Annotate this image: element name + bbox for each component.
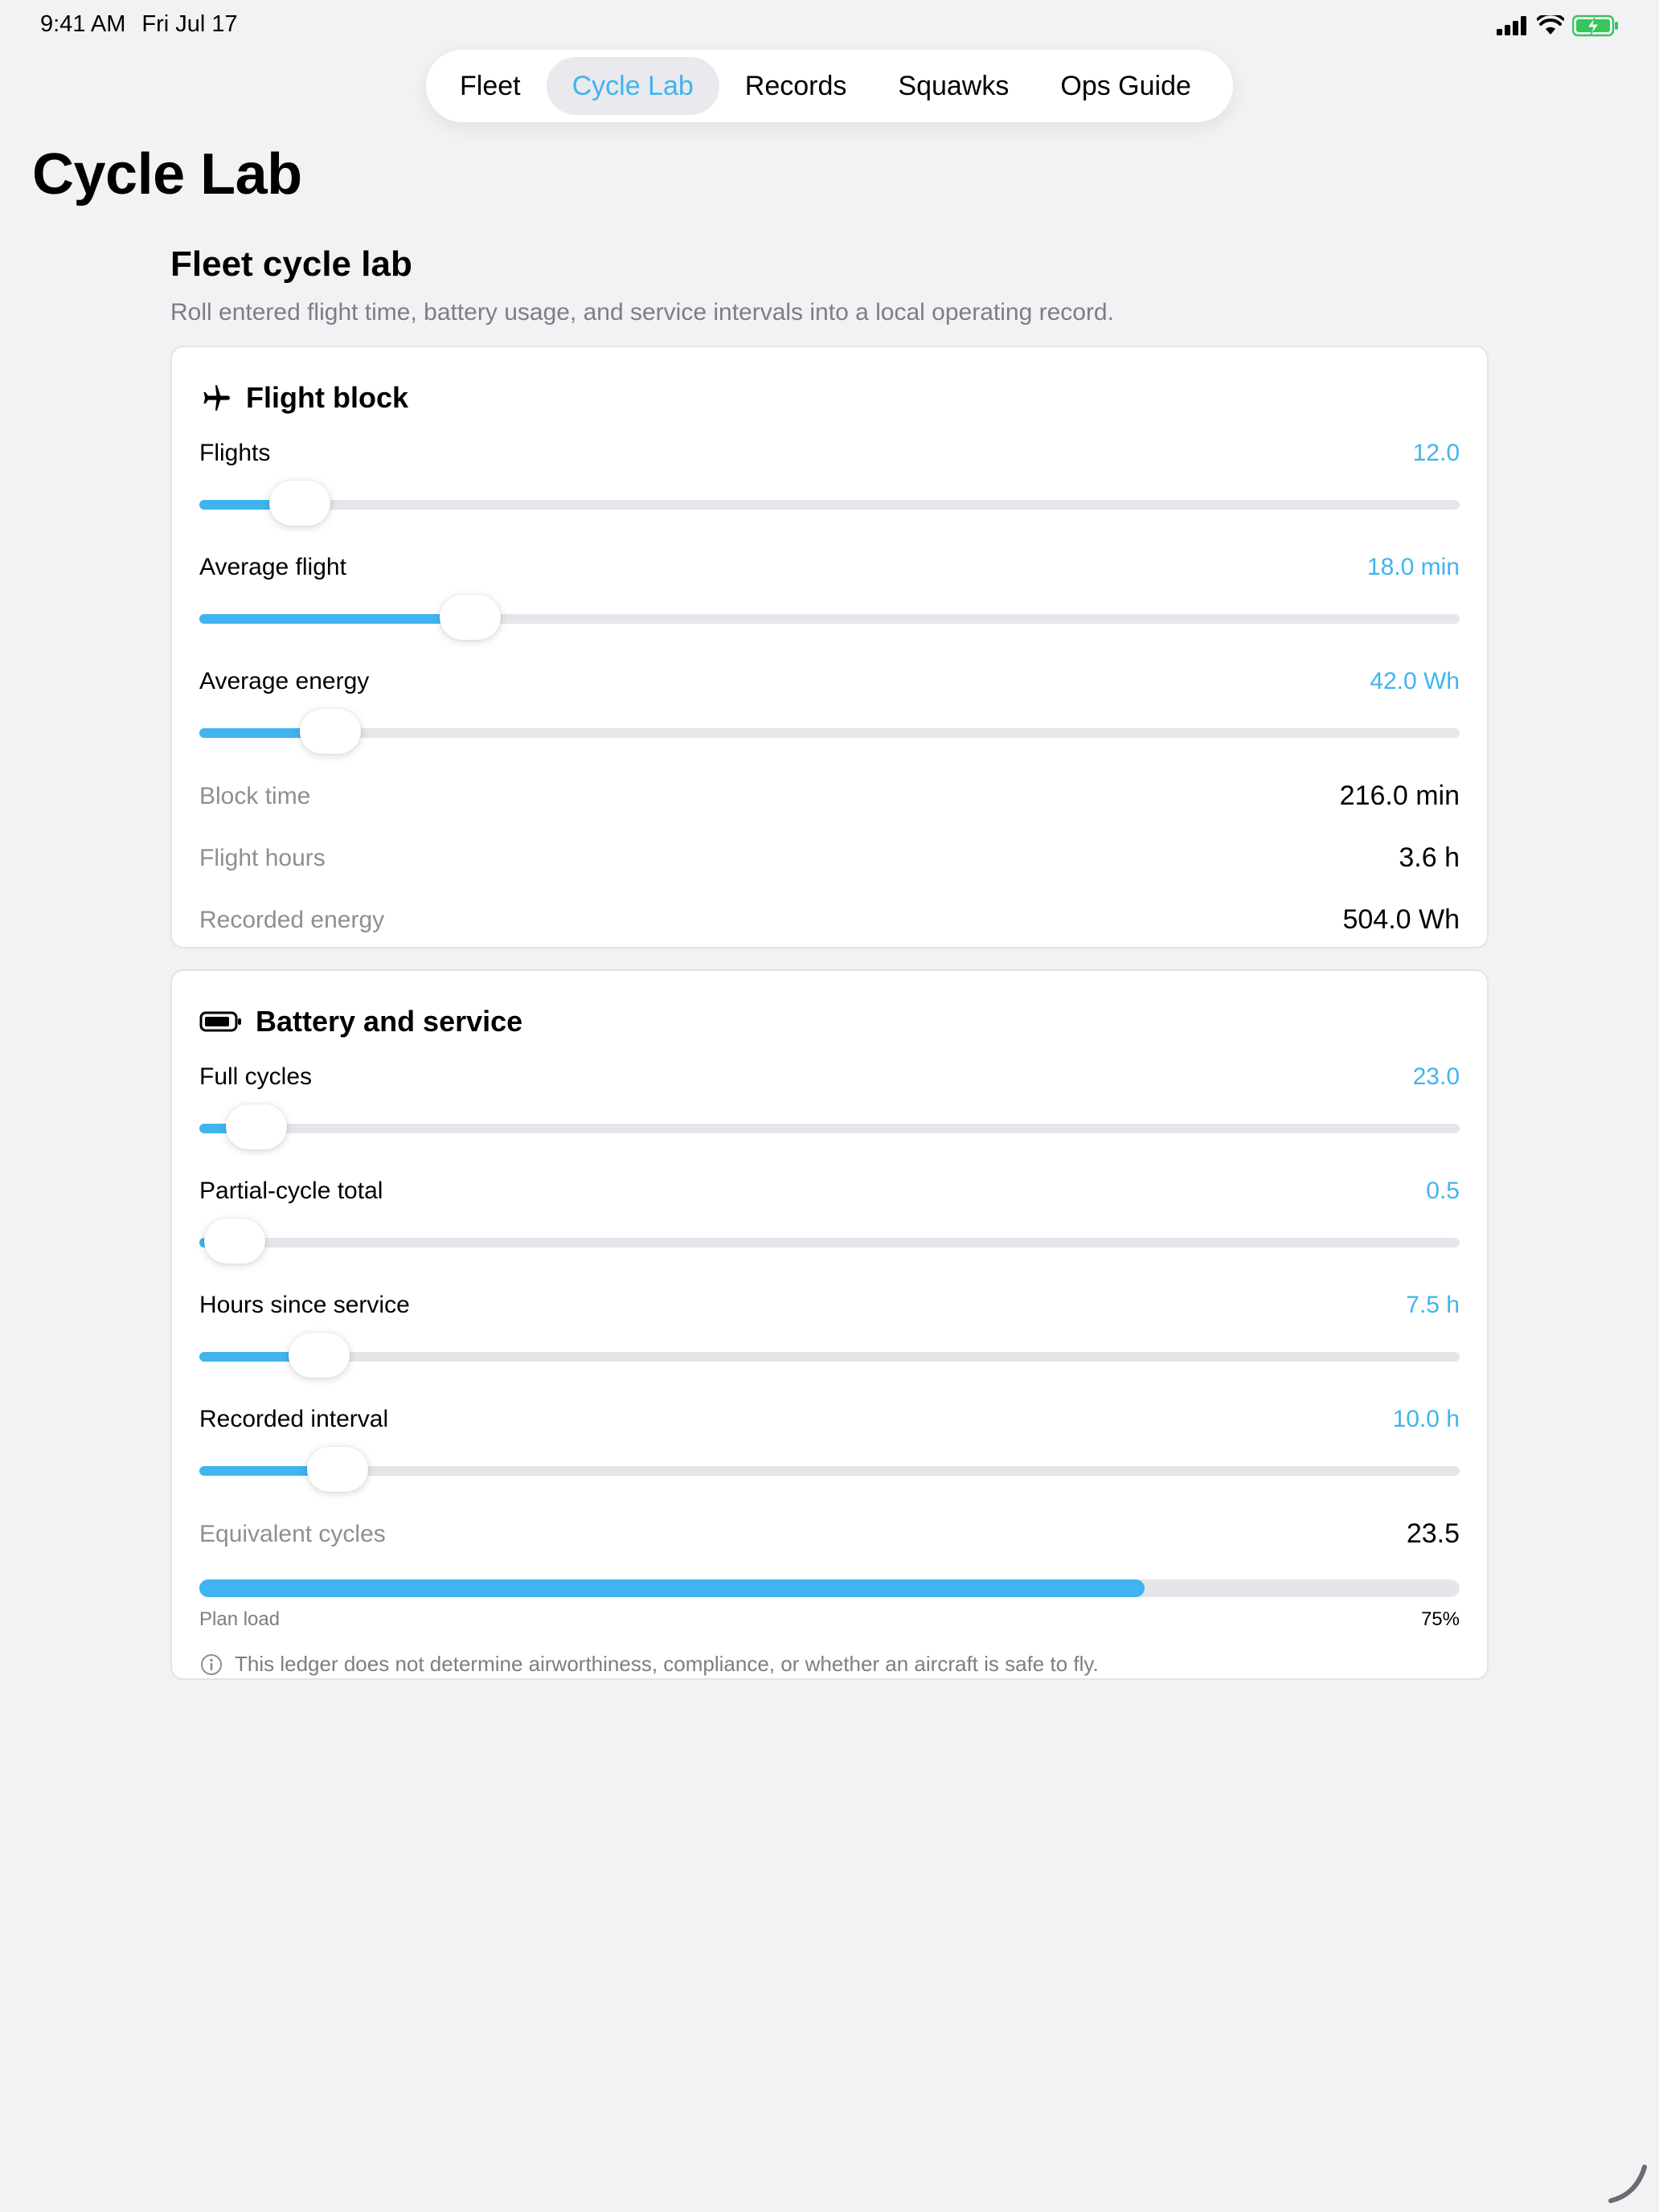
slider-track[interactable] — [199, 709, 1460, 754]
slider-label: Hours since service — [199, 1292, 410, 1318]
slider-label: Recorded interval — [199, 1406, 389, 1432]
plan-load-caption: Plan load — [199, 1608, 281, 1630]
stat-label: Flight hours — [199, 844, 326, 871]
airplane-icon — [203, 385, 230, 411]
slider-average-flight: Average flight 18.0 min — [199, 551, 1460, 640]
stat-label: Block time — [199, 782, 311, 809]
slider-average-energy: Average energy 42.0 Wh — [199, 666, 1460, 754]
stat-label: Equivalent cycles — [199, 1520, 386, 1547]
status-bar: 9:41 AM Fri Jul 17 — [0, 0, 1659, 51]
status-time: 9:41 AM Fri Jul 17 — [40, 11, 238, 38]
info-icon — [201, 1653, 222, 1675]
stat-label: Recorded energy — [199, 906, 385, 933]
battery-service-card: Battery and service Full cycles 23.0 Par… — [170, 969, 1489, 1680]
flight-block-header: Flight block — [199, 347, 1460, 424]
slider-thumb[interactable] — [440, 595, 502, 640]
slider-thumb[interactable] — [288, 1333, 350, 1378]
slider-value: 18.0 min — [1366, 554, 1460, 580]
flight-block-card: Flight block Flights 12.0 Average flight… — [170, 346, 1489, 948]
battery-icon — [199, 1011, 241, 1032]
battery-service-header: Battery and service — [199, 971, 1460, 1048]
slider-label: Full cycles — [199, 1063, 313, 1090]
slider-label: Partial-cycle total — [199, 1178, 383, 1204]
cellular-signal-icon — [1497, 16, 1526, 35]
slider-value: 12.0 — [1412, 440, 1460, 466]
plan-load-progress — [199, 1579, 1460, 1597]
slider-partial-cycle-total: Partial-cycle total 0.5 — [199, 1175, 1460, 1264]
slider-value: 7.5 h — [1406, 1292, 1460, 1318]
stat-block-time: Block time 216.0 min — [199, 765, 1460, 827]
stat-value: 216.0 min — [1339, 780, 1460, 811]
slider-thumb[interactable] — [307, 1447, 369, 1492]
disclaimer: This ledger does not determine airworthi… — [199, 1652, 1460, 1677]
slider-track[interactable] — [199, 1447, 1460, 1492]
section-subtitle: Roll entered flight time, battery usage,… — [170, 299, 1114, 326]
slider-fill — [199, 614, 471, 624]
stat-value: 3.6 h — [1399, 842, 1460, 873]
flight-stats: Block time 216.0 min Flight hours 3.6 h … — [199, 765, 1460, 951]
slider-thumb[interactable] — [300, 709, 362, 754]
slider-thumb[interactable] — [225, 1104, 287, 1149]
tab-squawks[interactable]: Squawks — [872, 57, 1034, 115]
tab-cycle-lab[interactable]: Cycle Lab — [546, 57, 719, 115]
section-title: Fleet cycle lab — [170, 244, 412, 284]
slider-label: Average flight — [199, 554, 346, 580]
slider-track[interactable] — [199, 1219, 1460, 1264]
status-clock: 9:41 AM — [40, 11, 126, 37]
disclaimer-text: This ledger does not determine airworthi… — [235, 1652, 1099, 1676]
stat-value: 504.0 Wh — [1342, 904, 1460, 935]
plan-load-percent: 75% — [1420, 1608, 1460, 1630]
slider-value: 0.5 — [1426, 1178, 1460, 1204]
battery-charging-icon — [1572, 14, 1618, 37]
slider-track[interactable] — [199, 1104, 1460, 1149]
slider-thumb[interactable] — [269, 481, 331, 526]
slider-hours-since-service: Hours since service 7.5 h — [199, 1289, 1460, 1378]
slider-value: 10.0 h — [1392, 1406, 1460, 1432]
main-content: Fleet cycle lab Roll entered flight time… — [170, 244, 1489, 1680]
slider-full-cycles: Full cycles 23.0 — [199, 1061, 1460, 1149]
status-date: Fri Jul 17 — [141, 11, 238, 37]
tab-ops-guide[interactable]: Ops Guide — [1034, 57, 1217, 115]
slider-value: 42.0 Wh — [1370, 668, 1460, 694]
slider-track[interactable] — [199, 481, 1460, 526]
wifi-icon — [1537, 15, 1564, 35]
slider-track[interactable] — [199, 595, 1460, 640]
slider-track[interactable] — [199, 1333, 1460, 1378]
flight-block-title: Flight block — [246, 381, 408, 414]
stat-recorded-energy: Recorded energy 504.0 Wh — [199, 889, 1460, 951]
status-icons — [1497, 14, 1620, 37]
slider-recorded-interval: Recorded interval 10.0 h — [199, 1403, 1460, 1492]
stat-flight-hours: Flight hours 3.6 h — [199, 827, 1460, 889]
stat-equivalent-cycles: Equivalent cycles 23.5 — [199, 1503, 1460, 1565]
stat-value: 23.5 — [1406, 1518, 1460, 1549]
top-tab-bar: Fleet Cycle Lab Records Squawks Ops Guid… — [426, 50, 1233, 122]
slider-label: Average energy — [199, 668, 370, 694]
tab-fleet[interactable]: Fleet — [434, 57, 547, 115]
page-title: Cycle Lab — [32, 142, 302, 207]
slider-flights: Flights 12.0 — [199, 437, 1460, 526]
plan-load-footer: Plan load 75% — [199, 1608, 1460, 1631]
slider-value: 23.0 — [1412, 1063, 1460, 1090]
plan-load-fill — [199, 1579, 1145, 1597]
tab-records[interactable]: Records — [719, 57, 873, 115]
slider-thumb[interactable] — [203, 1219, 265, 1264]
resize-handle-icon[interactable] — [1606, 2161, 1651, 2206]
slider-label: Flights — [199, 440, 271, 466]
battery-service-title: Battery and service — [256, 1005, 523, 1038]
